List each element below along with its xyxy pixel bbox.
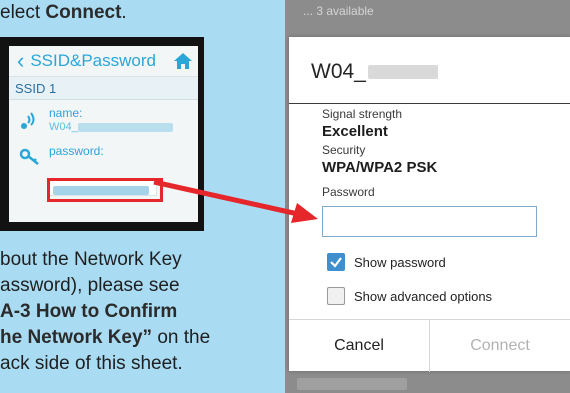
show-password-label: Show password	[354, 254, 446, 270]
key-icon	[19, 148, 39, 165]
instruction-line: assword), please see	[0, 273, 180, 299]
show-advanced-label: Show advanced options	[354, 288, 493, 304]
wifi-signal-icon	[21, 112, 35, 129]
instruction-text: ack side of this sheet.	[0, 353, 183, 374]
ssid-label: SSID 1	[9, 77, 198, 100]
phone-header: ‹ SSID&Password	[9, 46, 198, 77]
instruction-line: he Network Key” on the	[0, 325, 210, 351]
ssid-prefix: W04_	[311, 60, 366, 83]
phone-password-label: password:	[49, 144, 104, 158]
phone-mockup: ‹ SSID&Password SSID 1 name: W04_ passwo…	[0, 37, 204, 231]
signal-strength-value: Excellent	[322, 123, 388, 140]
phone-name-label: name:	[49, 106, 83, 120]
checkbox-unchecked-icon[interactable]	[327, 287, 345, 305]
instruction-text: assword), please see	[0, 275, 180, 296]
instruction-top: elect Connect.	[0, 0, 127, 26]
connect-button[interactable]: Connect	[430, 320, 570, 372]
instruction-text: .	[121, 2, 127, 23]
instruction-bold: Connect	[45, 2, 122, 23]
security-label: Security	[322, 143, 366, 157]
name-prefix: W04_	[49, 121, 78, 133]
phone-header-title: SSID&Password	[30, 51, 156, 70]
blurred-text	[297, 378, 407, 390]
show-password-checkbox[interactable]: Show password	[327, 253, 446, 271]
instruction-text: bout the Network Key	[0, 249, 182, 270]
security-value: WPA/WPA2 PSK	[322, 159, 438, 176]
password-input[interactable]	[322, 206, 537, 237]
instruction-line: ack side of this sheet.	[0, 351, 183, 377]
background-list-text: ... 3 available	[303, 4, 374, 18]
phone-name-row: name: W04_	[9, 100, 198, 142]
checkbox-checked-icon[interactable]	[327, 253, 345, 271]
instruction-line: bout the Network Key	[0, 247, 182, 273]
instruction-text: on the	[152, 327, 211, 348]
phone-screen: ‹ SSID&Password SSID 1 name: W04_ passwo…	[9, 46, 198, 222]
instruction-line: A-3 How to Confirm	[0, 299, 177, 325]
signal-strength-label: Signal strength	[322, 107, 403, 121]
show-advanced-checkbox[interactable]: Show advanced options	[327, 287, 492, 305]
phone-password-row: password:	[9, 142, 198, 176]
back-chevron-icon[interactable]: ‹	[17, 50, 24, 72]
dialog-title: W04_	[311, 60, 438, 84]
highlight-box	[47, 178, 163, 202]
phone-name-value: W04_	[49, 120, 198, 134]
blurred-text	[367, 65, 438, 80]
dialog-button-bar: Cancel Connect	[289, 319, 570, 372]
home-icon[interactable]	[173, 51, 193, 71]
instruction-text: elect	[0, 2, 46, 23]
cancel-button[interactable]: Cancel	[289, 320, 430, 372]
title-divider	[289, 103, 570, 104]
instruction-bold: A-3 How to Confirm	[0, 301, 178, 322]
blurred-text	[77, 122, 173, 132]
wifi-connect-dialog: W04_ Signal strength Excellent Security …	[289, 37, 570, 372]
instruction-bold: he Network Key”	[0, 327, 153, 348]
password-label: Password	[322, 185, 375, 199]
